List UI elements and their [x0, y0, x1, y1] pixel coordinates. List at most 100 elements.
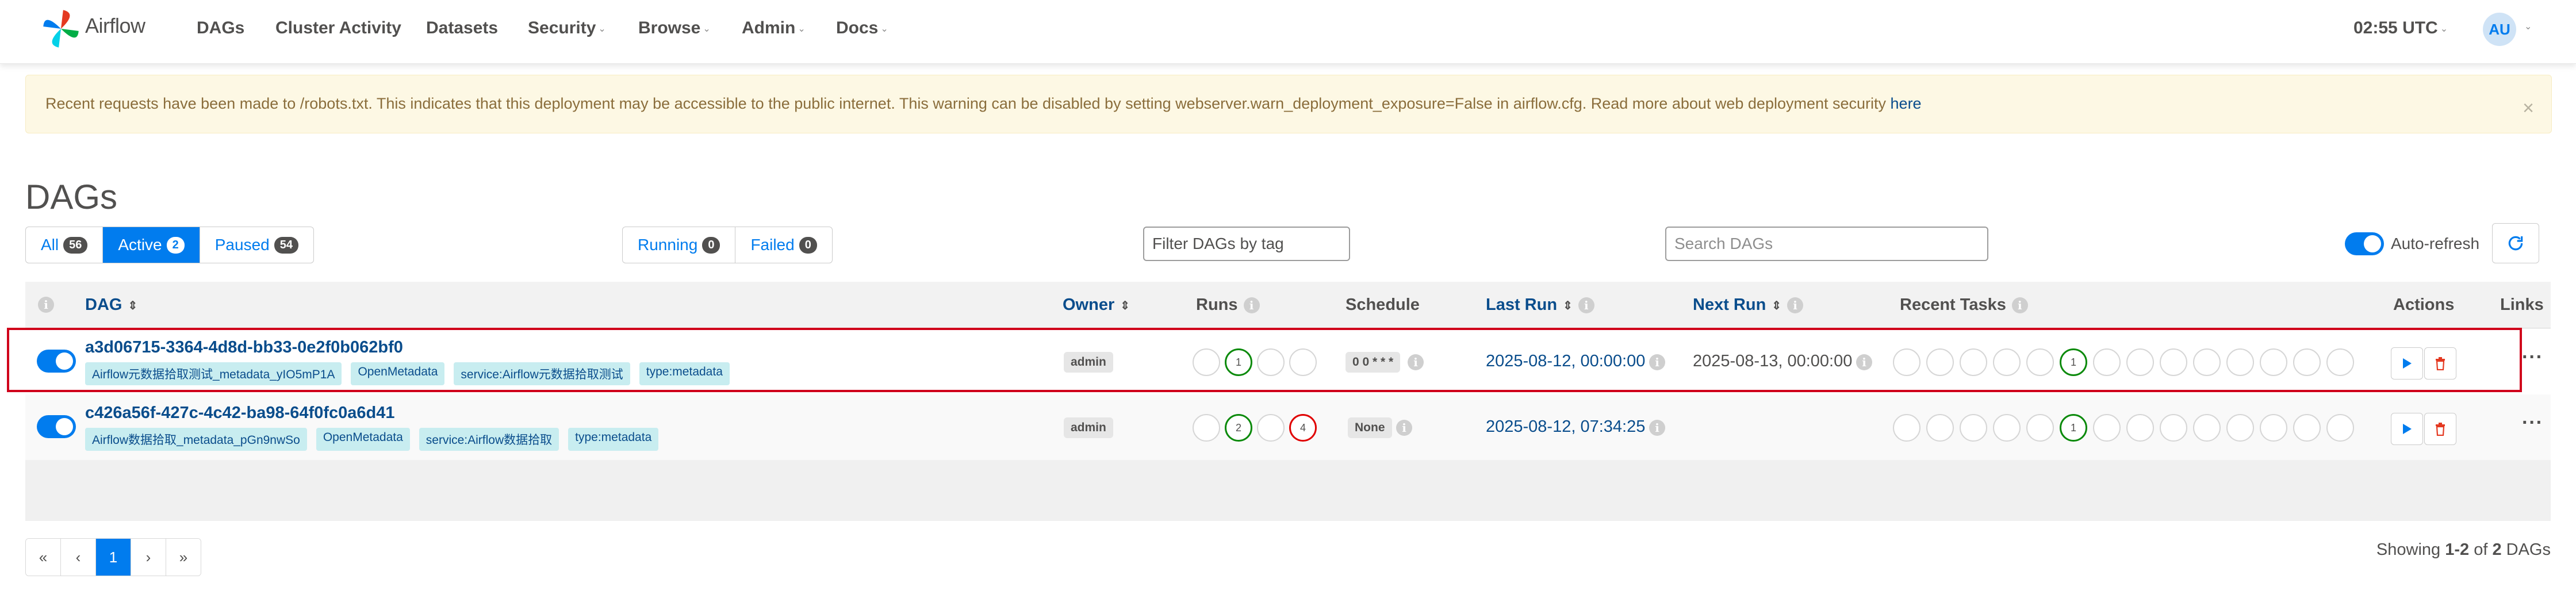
dag-pause-toggle[interactable] — [37, 415, 76, 438]
nav-browse[interactable]: Browse ⌄ — [638, 18, 711, 38]
task-state-circle[interactable] — [1893, 348, 1920, 376]
airflow-logo[interactable]: Airflow — [33, 2, 145, 55]
task-state-circle[interactable] — [2260, 348, 2287, 376]
info-icon[interactable]: i — [1649, 420, 1665, 436]
task-state-circle[interactable] — [2093, 348, 2121, 376]
info-icon[interactable]: i — [1649, 354, 1665, 370]
info-icon[interactable]: i — [1578, 297, 1594, 314]
task-state-circle[interactable] — [1993, 348, 2021, 376]
schedule-badge[interactable]: 0 0 * * * — [1346, 352, 1401, 373]
dag-tag[interactable]: type:metadata — [639, 362, 730, 385]
task-state-circle[interactable] — [2293, 348, 2321, 376]
dag-tag[interactable]: OpenMetadata — [351, 362, 445, 385]
task-state-circle[interactable] — [1926, 414, 1954, 442]
col-owner[interactable]: Owner ⇕ — [1063, 296, 1130, 315]
filter-active-button[interactable]: Active 2 — [103, 227, 200, 263]
trigger-dag-button[interactable] — [2391, 347, 2423, 379]
trigger-dag-button[interactable] — [2391, 413, 2423, 445]
tag-filter-input[interactable] — [1143, 227, 1350, 261]
more-links-icon[interactable]: ··· — [2522, 346, 2543, 369]
page-1[interactable]: 1 — [96, 539, 131, 576]
run-state-circle[interactable] — [1289, 348, 1317, 376]
task-state-circle[interactable] — [2093, 414, 2121, 442]
task-state-circle[interactable] — [2193, 348, 2221, 376]
dag-tag[interactable]: service:Airflow元数据拾取测试 — [454, 362, 630, 385]
info-icon[interactable]: i — [38, 297, 54, 313]
info-icon[interactable]: i — [2011, 297, 2028, 314]
dag-tag[interactable]: type:metadata — [568, 428, 659, 451]
nav-cluster-activity[interactable]: Cluster Activity — [275, 18, 401, 38]
alert-here-link[interactable]: here — [1891, 95, 1922, 112]
nav-docs[interactable]: Docs ⌄ — [836, 18, 888, 38]
delete-dag-button[interactable] — [2424, 413, 2456, 445]
task-state-circle[interactable] — [2226, 414, 2254, 442]
task-state-circle[interactable] — [2160, 348, 2187, 376]
task-state-circle[interactable] — [2126, 348, 2154, 376]
col-next-run[interactable]: Next Run ⇕ i — [1693, 296, 1804, 315]
nav-security[interactable]: Security ⌄ — [528, 18, 606, 38]
schedule-badge[interactable]: None — [1348, 417, 1392, 438]
page-prev[interactable]: ‹ — [61, 539, 96, 576]
chevron-down-icon[interactable]: ⌄ — [2524, 21, 2532, 32]
dag-tag[interactable]: OpenMetadata — [316, 428, 410, 451]
page-last[interactable]: » — [166, 539, 201, 576]
task-state-circle[interactable] — [1993, 414, 2021, 442]
last-run-link[interactable]: 2025-08-12, 00:00:00 — [1486, 352, 1645, 371]
task-state-circle[interactable] — [2226, 348, 2254, 376]
dag-pause-toggle[interactable] — [37, 350, 76, 373]
run-state-circle[interactable] — [1257, 414, 1285, 442]
task-state-circle[interactable] — [2326, 348, 2354, 376]
utc-clock[interactable]: 02:55 UTC ⌄ — [2353, 18, 2448, 38]
task-state-circle[interactable] — [2026, 348, 2054, 376]
task-state-circle[interactable]: 1 — [2060, 348, 2087, 376]
page-next[interactable]: › — [131, 539, 166, 576]
task-state-circle[interactable] — [2193, 414, 2221, 442]
run-state-circle[interactable] — [1193, 414, 1220, 442]
filter-failed-button[interactable]: Failed 0 — [735, 227, 831, 263]
info-icon[interactable]: i — [1243, 297, 1260, 314]
task-state-circle[interactable]: 1 — [2060, 414, 2087, 442]
dag-tag[interactable]: Airflow数据拾取_metadata_pGn9nwSo — [85, 428, 307, 451]
delete-dag-button[interactable] — [2424, 347, 2456, 379]
owner-badge[interactable]: admin — [1064, 352, 1113, 373]
close-icon[interactable]: × — [2523, 97, 2534, 120]
filter-paused-button[interactable]: Paused 54 — [200, 227, 313, 263]
run-state-circle[interactable]: 4 — [1289, 414, 1317, 442]
page-first[interactable]: « — [26, 539, 61, 576]
info-icon[interactable]: i — [1396, 420, 1412, 436]
task-state-circle[interactable] — [1960, 348, 1987, 376]
col-dag[interactable]: DAG ⇕ — [85, 296, 137, 315]
run-state-circle[interactable]: 2 — [1225, 414, 1252, 442]
info-icon[interactable]: i — [1856, 354, 1872, 370]
dag-id-link[interactable]: a3d06715-3364-4d8d-bb33-0e2f0b062bf0 — [85, 338, 403, 357]
task-state-circle[interactable] — [1926, 348, 1954, 376]
run-state-circle[interactable]: 1 — [1225, 348, 1252, 376]
task-state-circle[interactable] — [1893, 414, 1920, 442]
refresh-button[interactable] — [2492, 223, 2539, 263]
last-run-link[interactable]: 2025-08-12, 07:34:25 — [1486, 417, 1645, 436]
user-avatar[interactable]: AU — [2483, 13, 2516, 46]
task-state-circle[interactable] — [2326, 414, 2354, 442]
nav-admin[interactable]: Admin ⌄ — [742, 18, 806, 38]
more-links-icon[interactable]: ··· — [2522, 412, 2543, 434]
dag-id-link[interactable]: c426a56f-427c-4c42-ba98-64f0fc0a6d41 — [85, 404, 395, 423]
task-state-circle[interactable] — [2160, 414, 2187, 442]
info-icon[interactable]: i — [1408, 354, 1424, 370]
info-icon[interactable]: i — [1787, 297, 1804, 314]
task-state-circle[interactable] — [1960, 414, 1987, 442]
owner-badge[interactable]: admin — [1064, 417, 1113, 438]
filter-running-button[interactable]: Running 0 — [623, 227, 736, 263]
search-dags-input[interactable] — [1665, 227, 1988, 261]
task-state-circle[interactable] — [2126, 414, 2154, 442]
task-state-circle[interactable] — [2260, 414, 2287, 442]
dag-tag[interactable]: Airflow元数据拾取测试_metadata_yIO5mP1A — [85, 362, 342, 385]
run-state-circle[interactable] — [1257, 348, 1285, 376]
run-state-circle[interactable] — [1193, 348, 1220, 376]
col-last-run[interactable]: Last Run ⇕ i — [1486, 296, 1594, 315]
task-state-circle[interactable] — [2293, 414, 2321, 442]
filter-all-button[interactable]: All 56 — [26, 227, 103, 263]
task-state-circle[interactable] — [2026, 414, 2054, 442]
auto-refresh-toggle[interactable] — [2345, 232, 2384, 255]
nav-datasets[interactable]: Datasets — [426, 18, 498, 38]
nav-dags[interactable]: DAGs — [197, 18, 244, 38]
